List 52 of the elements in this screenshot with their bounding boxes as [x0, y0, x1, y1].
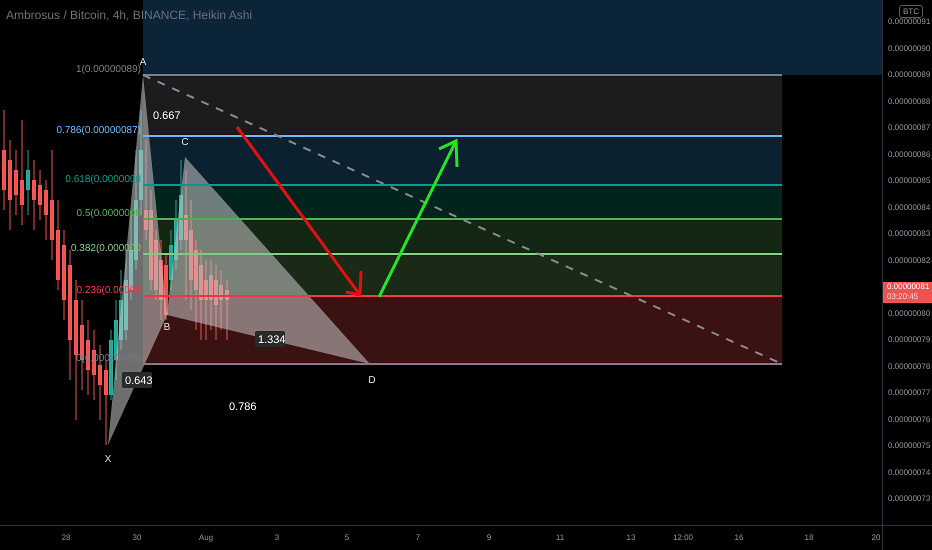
price-tick: 0.00000076 — [888, 414, 930, 424]
pattern-point-label: D — [368, 375, 376, 386]
time-tick: 20 — [872, 533, 880, 543]
pattern-point-label: C — [181, 137, 189, 148]
time-tick: 13 — [626, 533, 636, 543]
time-tick: 9 — [486, 533, 492, 543]
chart-title: Ambrosus / Bitcoin, 4h, BINANCE, Heikin Ashi — [6, 7, 252, 24]
time-tick: 16 — [734, 533, 744, 543]
ratio-label: 0.786 — [229, 401, 257, 413]
price-tick: 0.00000082 — [888, 256, 930, 266]
pattern-point-label: B — [164, 322, 170, 333]
time-tick: Aug — [198, 533, 214, 543]
candlestick — [26, 150, 30, 216]
price-tick: 0.00000078 — [888, 362, 930, 372]
currency-badge[interactable]: BTC — [899, 5, 923, 18]
price-tick: 0.00000083 — [888, 229, 930, 239]
candlestick — [38, 170, 42, 220]
time-tick: 30 — [132, 533, 142, 543]
candlestick — [32, 160, 36, 230]
price-tick: 0.00000073 — [888, 494, 930, 504]
price-tick: 0.00000090 — [888, 44, 930, 54]
time-tick: 5 — [344, 533, 350, 543]
candlestick — [44, 180, 48, 240]
candlestick — [225, 280, 229, 340]
price-tick: 0.00000079 — [888, 335, 930, 345]
price-tick: 0.00000084 — [888, 202, 930, 212]
candlestick — [14, 150, 18, 216]
ratio-label: 0.643 — [122, 372, 153, 388]
time-tick: 7 — [416, 533, 420, 543]
time-tick: 12:00 — [672, 533, 694, 543]
time-tick: 28 — [62, 533, 70, 543]
price-tick: 0.00000075 — [888, 441, 930, 451]
time-tick: 18 — [804, 533, 814, 543]
time-tick: 3 — [274, 533, 280, 543]
fib-level-label: 1(0.00000089) — [76, 64, 141, 75]
price-tick: 0.00000091 — [888, 17, 930, 27]
pattern-point-label: A — [140, 57, 146, 68]
price-tick: 0.00000087 — [888, 123, 930, 133]
ratio-label: 1.334 — [255, 331, 286, 347]
price-tick: 0.00000088 — [888, 96, 930, 106]
price-tick: 0.00000089 — [888, 70, 930, 80]
price-tick: 0.00000077 — [888, 388, 930, 398]
time-tick: 11 — [556, 533, 564, 543]
ratio-label: 0.667 — [153, 110, 181, 122]
bar-countdown: 03:20:45 — [887, 292, 918, 302]
price-tick: 0.00000074 — [888, 468, 930, 478]
price-tick: 0.00000080 — [888, 308, 930, 318]
price-tick: 0.00000086 — [888, 150, 930, 160]
pattern-point-label: X — [104, 454, 112, 465]
fib-level-label: 0.786(0.00000087) — [56, 125, 141, 136]
current-price: 0.00000081 — [887, 282, 930, 292]
price-tick: 0.00000085 — [888, 176, 930, 186]
